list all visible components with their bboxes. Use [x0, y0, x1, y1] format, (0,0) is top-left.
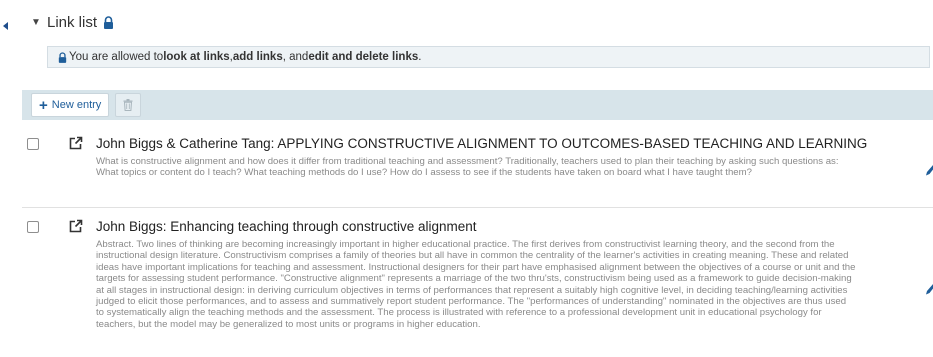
lock-icon — [104, 15, 114, 29]
external-link-icon[interactable] — [69, 219, 83, 233]
section-title: Link list — [47, 13, 98, 31]
link-toolbar: + New entry — [22, 90, 933, 120]
entry-title[interactable]: John Biggs & Catherine Tang: APPLYING CO… — [96, 136, 867, 151]
collapse-sidebar-arrow-icon[interactable] — [3, 22, 8, 30]
permission-edit-delete: edit and delete links — [308, 51, 419, 63]
edit-pencil-icon[interactable] — [925, 283, 933, 295]
plus-icon: + — [39, 96, 48, 114]
permissions-notice: You are allowed to look at links , add l… — [47, 46, 930, 68]
notice-sep2: , and — [282, 51, 309, 63]
permission-look: look at links — [163, 51, 230, 63]
entry-title[interactable]: John Biggs: Enhancing teaching through c… — [96, 219, 477, 234]
entry-description: Abstract. Two lines of thinking are beco… — [96, 239, 856, 330]
edit-pencil-icon[interactable] — [925, 164, 933, 176]
caret-down-icon[interactable]: ▼ — [31, 17, 41, 28]
external-link-icon[interactable] — [69, 136, 83, 150]
list-item: John Biggs & Catherine Tang: APPLYING CO… — [22, 130, 933, 208]
trash-icon — [123, 99, 133, 111]
select-checkbox[interactable] — [27, 221, 39, 233]
lock-icon — [58, 51, 67, 63]
section-header[interactable]: ▼ Link list — [31, 12, 114, 32]
new-entry-button[interactable]: + New entry — [31, 93, 110, 117]
select-checkbox[interactable] — [27, 138, 39, 150]
new-entry-label: New entry — [51, 99, 102, 111]
delete-button[interactable] — [115, 93, 142, 117]
notice-suffix: . — [418, 51, 422, 63]
entry-description: What is constructive alignment and how d… — [96, 156, 839, 179]
permission-add: add links — [232, 51, 283, 63]
notice-prefix: You are allowed to — [69, 51, 164, 63]
list-item: John Biggs: Enhancing teaching through c… — [22, 213, 933, 357]
